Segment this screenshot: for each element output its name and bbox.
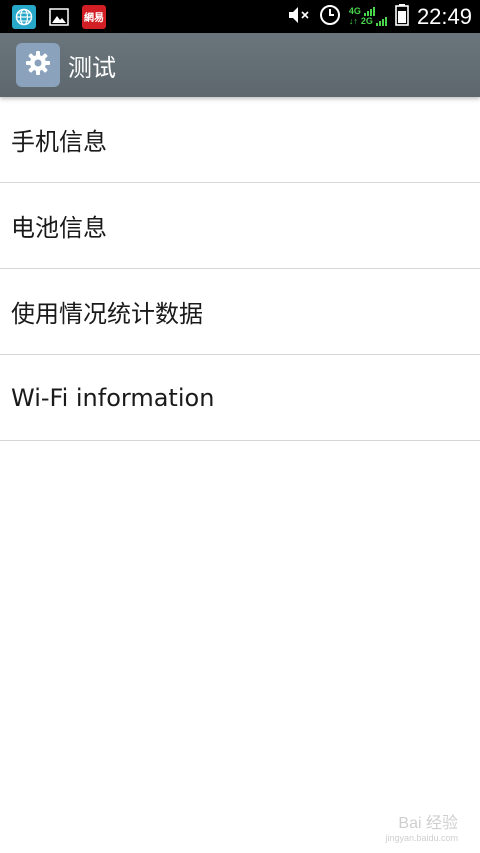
netease-news-icon: 網易	[82, 4, 106, 29]
action-bar: 测试	[0, 33, 480, 97]
browser-app-icon	[12, 4, 36, 29]
alarm-clock-icon	[319, 4, 341, 30]
list-item-usage-stats[interactable]: 使用情况统计数据	[0, 269, 480, 355]
list-item-wifi-info[interactable]: Wi-Fi information	[0, 355, 480, 441]
list-item-battery-info[interactable]: 电池信息	[0, 183, 480, 269]
network-type-bottom: 2G	[360, 16, 373, 26]
watermark-url: jingyan.baidu.com	[385, 833, 458, 843]
status-time: 22:49	[416, 3, 472, 29]
network-type-top: 4G	[348, 6, 361, 16]
app-icon[interactable]	[16, 43, 60, 87]
list-item-label: 手机信息	[11, 128, 107, 156]
list-item-label: 使用情况统计数据	[11, 300, 203, 328]
settings-list: 手机信息 电池信息 使用情况统计数据 Wi-Fi information	[0, 97, 480, 441]
gear-icon	[24, 49, 52, 81]
watermark: Bai 经验 jingyan.baidu.com	[385, 815, 458, 845]
status-bar: 網易 4G ↓↑ 2G 22:49	[0, 0, 480, 33]
mute-icon	[287, 5, 311, 29]
signal-icon: 4G ↓↑ 2G	[349, 7, 387, 26]
list-item-label: Wi-Fi information	[11, 383, 215, 412]
netease-news-icon-text: 網易	[84, 13, 104, 24]
battery-icon	[395, 3, 409, 30]
watermark-brand: Bai 经验	[398, 815, 458, 832]
page-title: 测试	[68, 53, 116, 82]
list-item-label: 电池信息	[11, 214, 107, 242]
list-item-phone-info[interactable]: 手机信息	[0, 97, 480, 183]
gallery-icon	[48, 7, 70, 27]
